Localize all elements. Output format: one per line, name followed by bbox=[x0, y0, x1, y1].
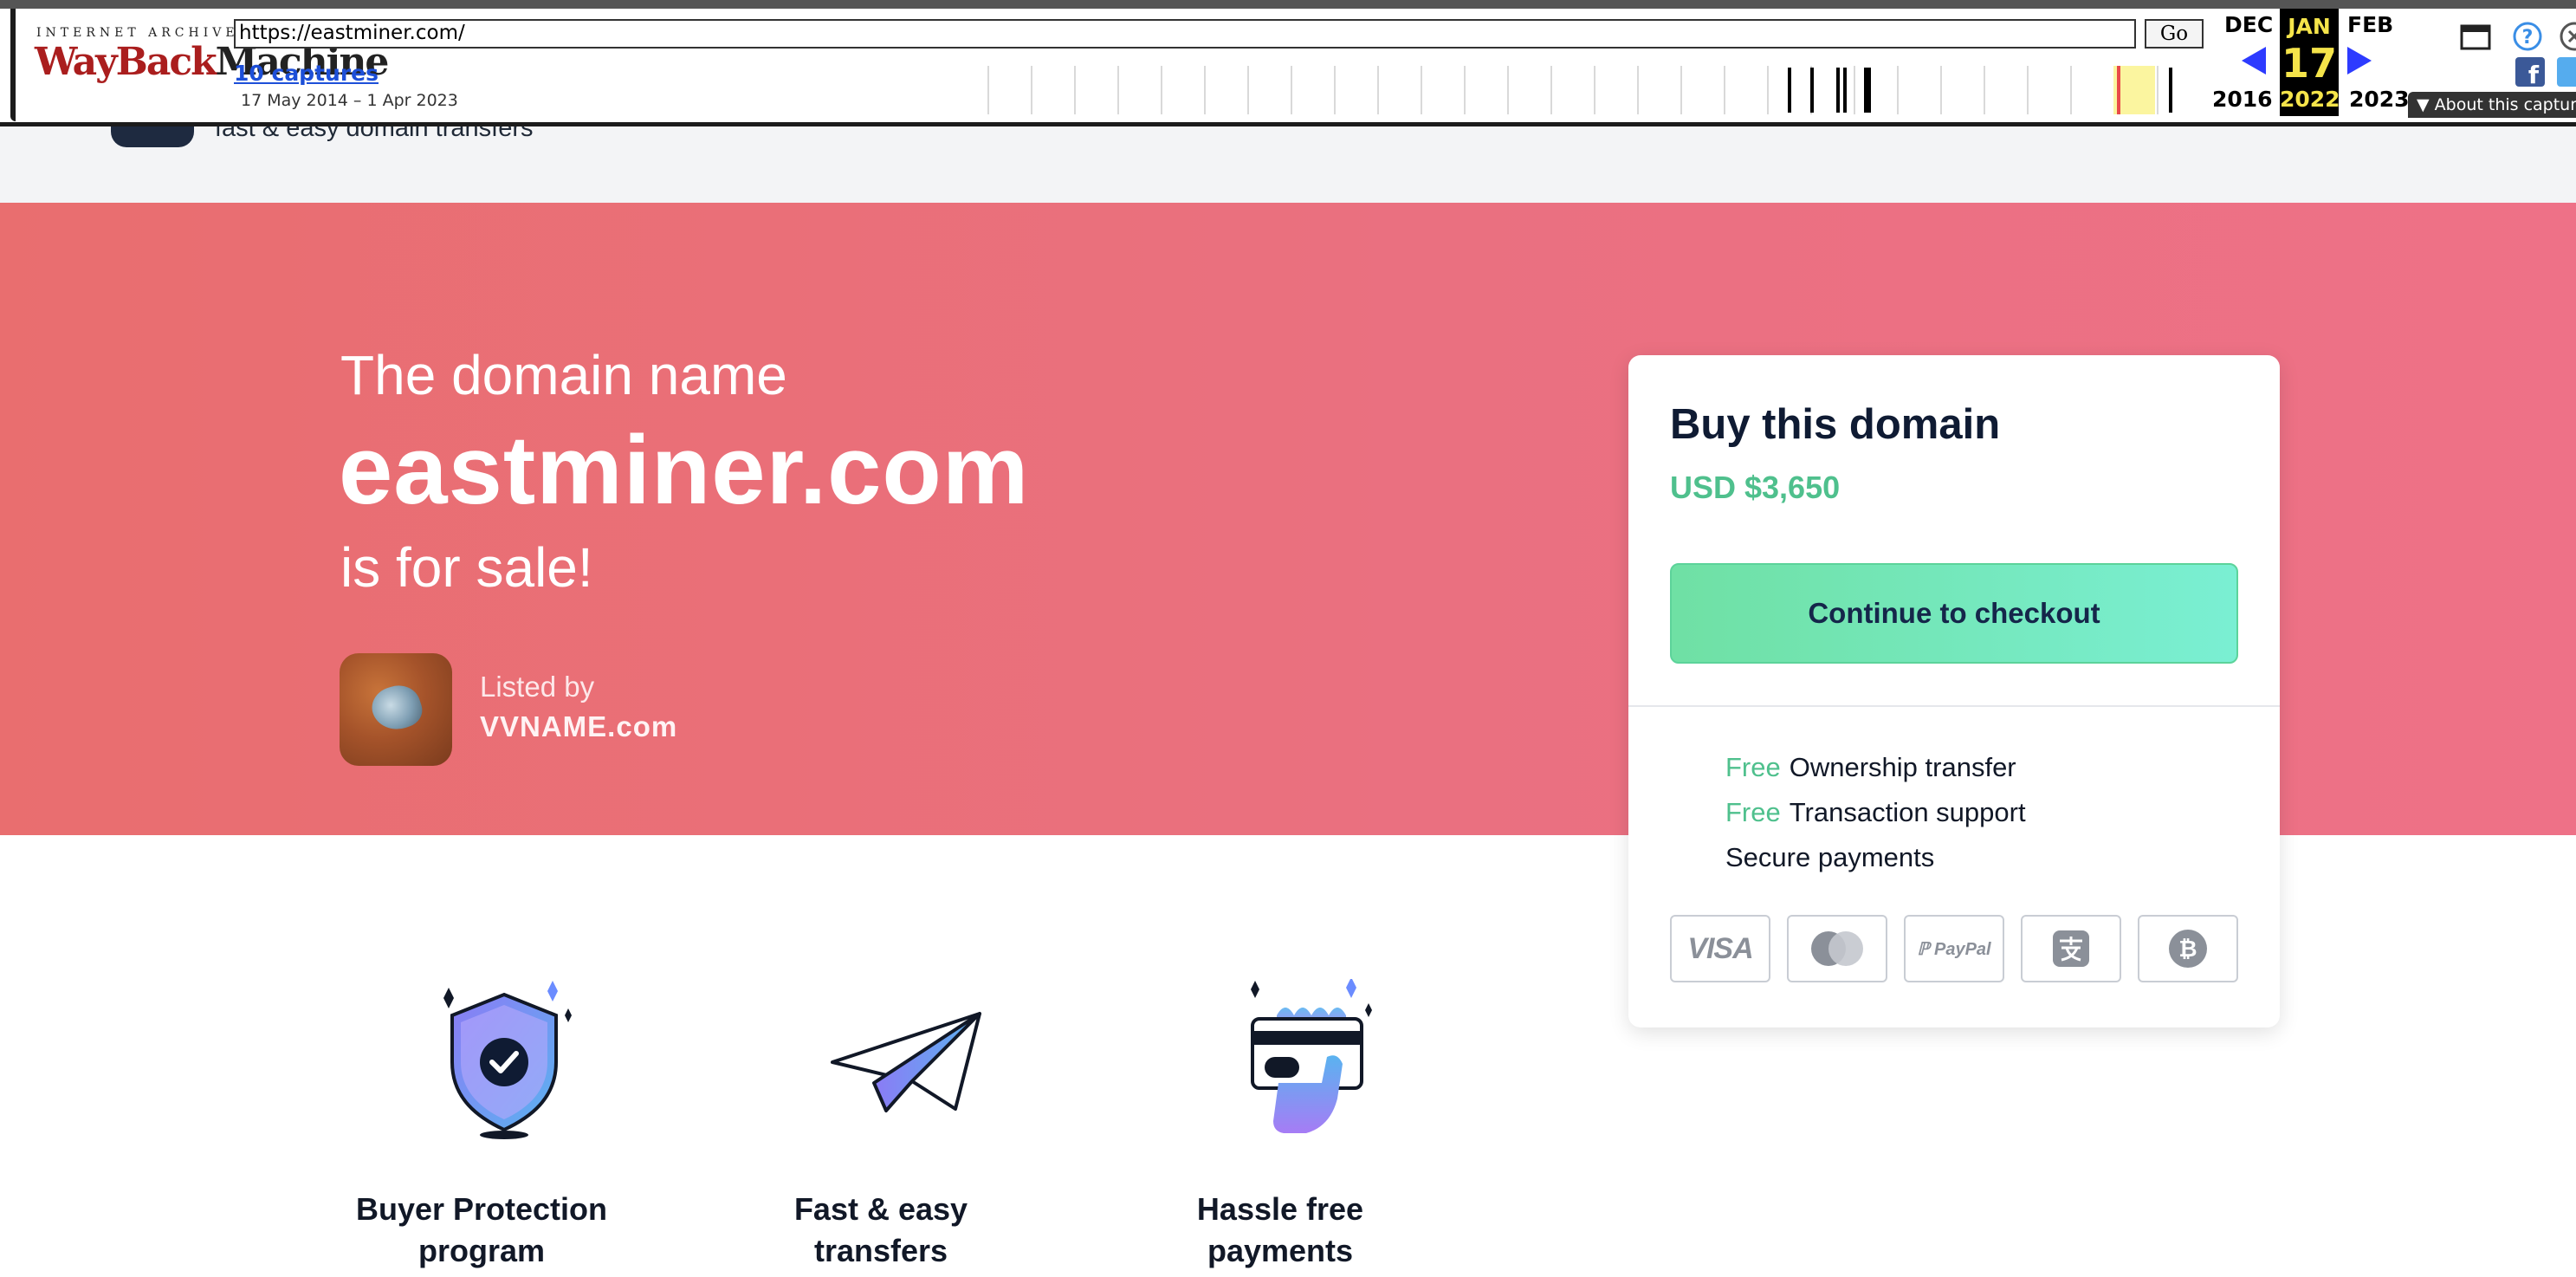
year-divider bbox=[1680, 66, 1682, 114]
capture-mark[interactable] bbox=[1788, 68, 1791, 113]
prev-month-label[interactable]: DEC bbox=[2224, 12, 2273, 37]
year-divider bbox=[2157, 66, 2159, 114]
year-divider bbox=[1940, 66, 1942, 114]
svg-text:?: ? bbox=[2522, 27, 2534, 49]
visa-icon: VISA bbox=[1670, 915, 1770, 982]
year-divider bbox=[1074, 66, 1076, 114]
help-icon[interactable]: ? bbox=[2512, 21, 2543, 52]
alipay-icon bbox=[2021, 915, 2121, 982]
year-divider bbox=[2027, 66, 2029, 114]
wayback-toolbar: INTERNET ARCHIVE WayBackMachine https://… bbox=[0, 0, 2576, 126]
next-capture-arrow-icon[interactable] bbox=[2347, 47, 2372, 75]
toolbar-edge bbox=[10, 9, 16, 121]
year-divider bbox=[1031, 66, 1032, 114]
feature-ownership-transfer: Free Ownership transfer bbox=[1725, 752, 2016, 783]
year-divider bbox=[1334, 66, 1336, 114]
bitcoin-icon: ₿ bbox=[2138, 915, 2238, 982]
card-title: Buy this domain bbox=[1670, 401, 2001, 448]
prev-capture-arrow-icon[interactable] bbox=[2242, 47, 2266, 75]
current-day: 17 bbox=[2281, 40, 2337, 87]
year-divider bbox=[1550, 66, 1552, 114]
year-divider bbox=[1724, 66, 1725, 114]
feature-text: Secure payments bbox=[1725, 842, 1935, 872]
capture-mark[interactable] bbox=[1843, 68, 1847, 113]
twitter-icon[interactable] bbox=[2557, 57, 2576, 87]
free-label: Free bbox=[1725, 752, 1781, 782]
year-divider bbox=[1507, 66, 1509, 114]
next-month-label[interactable]: FEB bbox=[2347, 12, 2393, 37]
year-divider bbox=[1204, 66, 1206, 114]
card-divider bbox=[1628, 705, 2280, 707]
paypal-icon: ℙ PayPal bbox=[1904, 915, 2004, 982]
feature-label: Buyer Protection program bbox=[355, 1191, 608, 1268]
captures-link[interactable]: 10 captures bbox=[234, 61, 379, 86]
capture-mark[interactable] bbox=[1836, 68, 1840, 113]
year-divider bbox=[1117, 66, 1119, 114]
screenshot-icon[interactable] bbox=[2460, 24, 2491, 50]
internet-archive-label: INTERNET ARCHIVE bbox=[36, 26, 239, 40]
year-divider bbox=[1291, 66, 1292, 114]
close-icon[interactable] bbox=[2559, 21, 2576, 52]
year-divider bbox=[1377, 66, 1379, 114]
checkout-button[interactable]: Continue to checkout bbox=[1670, 563, 2238, 664]
seller-name[interactable]: VVNAME.com bbox=[480, 710, 677, 743]
svg-text:₿: ₿ bbox=[2178, 937, 2197, 963]
year-divider bbox=[987, 66, 989, 114]
listed-by-label: Listed by bbox=[480, 671, 595, 703]
feature-text: Ownership transfer bbox=[1789, 752, 2016, 782]
payment-methods: VISA ℙ PayPal ₿ bbox=[1670, 915, 2242, 982]
shield-check-icon bbox=[443, 981, 572, 1139]
capture-mark[interactable] bbox=[2169, 68, 2172, 113]
capture-mark[interactable] bbox=[1810, 68, 1814, 113]
capture-date-range: 17 May 2014 – 1 Apr 2023 bbox=[241, 91, 458, 110]
year-divider bbox=[1767, 66, 1769, 114]
current-month: JAN bbox=[2288, 14, 2331, 39]
domain-name-heading: eastminer.com bbox=[339, 416, 1030, 524]
feature-text: Transaction support bbox=[1789, 797, 2026, 827]
prev-year-label[interactable]: 2016 bbox=[2212, 87, 2273, 112]
feature-label: Hassle free payments bbox=[1196, 1191, 1364, 1268]
feature-secure-payments: Secure payments bbox=[1725, 842, 1934, 873]
url-input[interactable]: https://eastminer.com/ bbox=[234, 19, 2136, 49]
for-sale-text: is for sale! bbox=[340, 536, 593, 599]
year-divider bbox=[1637, 66, 1639, 114]
year-divider bbox=[1464, 66, 1466, 114]
mastercard-icon bbox=[1787, 915, 1887, 982]
feature-label: Fast & easy transfers bbox=[793, 1191, 968, 1268]
card-hand-icon bbox=[1251, 979, 1372, 1133]
domain-price: USD $3,650 bbox=[1670, 470, 1841, 505]
facebook-icon[interactable]: f bbox=[2515, 57, 2545, 87]
year-divider bbox=[1161, 66, 1162, 114]
capture-sparkline[interactable] bbox=[987, 66, 2183, 114]
seller-avatar bbox=[340, 653, 452, 766]
buy-domain-card: Buy this domain USD $3,650 Continue to c… bbox=[1628, 355, 2280, 1027]
current-year: 2022 bbox=[2280, 87, 2340, 112]
next-year-label[interactable]: 2023 bbox=[2349, 87, 2410, 112]
capture-mark[interactable] bbox=[1867, 68, 1871, 113]
paper-plane-icon bbox=[831, 1012, 981, 1112]
svg-text:f: f bbox=[2528, 61, 2540, 87]
year-divider bbox=[1897, 66, 1899, 114]
year-divider bbox=[1854, 66, 1855, 114]
hero-intro-text: The domain name bbox=[340, 344, 787, 406]
feature-transaction-support: Free Transaction support bbox=[1725, 797, 2026, 828]
year-divider bbox=[1421, 66, 1422, 114]
year-divider bbox=[1984, 66, 1985, 114]
current-capture-date: JAN 17 2022 bbox=[2280, 9, 2340, 116]
about-capture-button[interactable]: ▼ About this captur bbox=[2408, 92, 2576, 118]
go-button[interactable]: Go bbox=[2145, 19, 2204, 49]
current-capture-marker bbox=[2117, 66, 2120, 114]
year-divider bbox=[1247, 66, 1249, 114]
free-label: Free bbox=[1725, 797, 1781, 827]
year-divider bbox=[2070, 66, 2072, 114]
year-divider bbox=[1594, 66, 1595, 114]
